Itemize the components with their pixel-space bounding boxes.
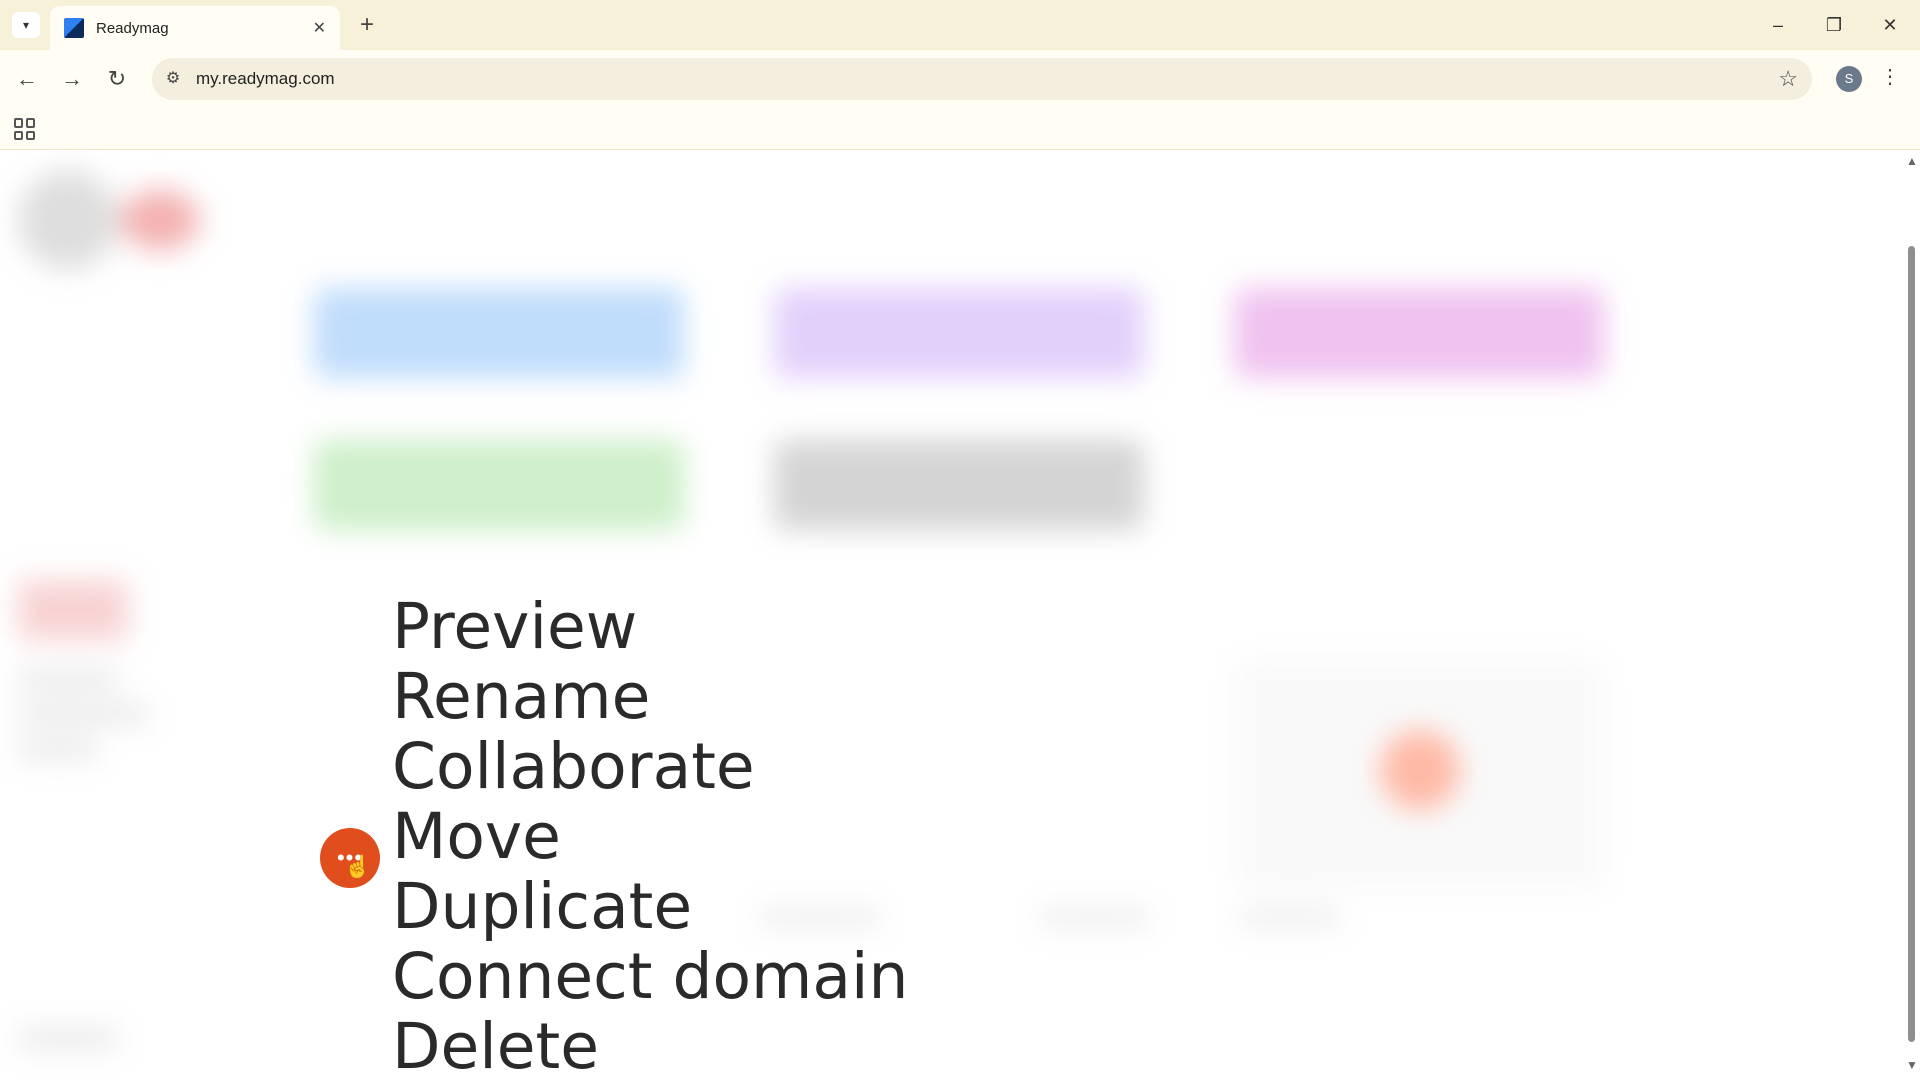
menu-item-connect-domain[interactable]: Connect domain bbox=[392, 942, 908, 1012]
apps-grid-icon[interactable] bbox=[14, 118, 36, 140]
readymag-favicon-icon bbox=[64, 18, 84, 38]
template-card-gray bbox=[774, 440, 1144, 530]
tab-readymag[interactable]: Readymag ✕ bbox=[50, 6, 340, 50]
sidebar-line bbox=[18, 705, 148, 723]
scroll-down-arrow-icon[interactable]: ▼ bbox=[1906, 1058, 1918, 1072]
tab-bar: ▾ Readymag ✕ + – ❐ ✕ bbox=[0, 0, 1920, 50]
browser-menu-icon[interactable]: ⋮ bbox=[1880, 64, 1900, 89]
template-card-green bbox=[314, 440, 684, 530]
restore-button[interactable]: ❐ bbox=[1814, 10, 1854, 40]
template-card-blue bbox=[314, 288, 684, 378]
page-scrollbar[interactable]: ▲ ▼ bbox=[1902, 150, 1920, 1080]
menu-item-rename[interactable]: Rename bbox=[392, 662, 908, 732]
chevron-down-icon: ▾ bbox=[22, 18, 30, 32]
reload-button[interactable]: ↻ bbox=[102, 64, 132, 94]
project-meta-line bbox=[1040, 910, 1150, 926]
url-text: my.readymag.com bbox=[196, 69, 335, 88]
menu-item-duplicate[interactable]: Duplicate bbox=[392, 872, 908, 942]
project-meta-line bbox=[1240, 910, 1340, 926]
tab-search-button[interactable]: ▾ bbox=[12, 12, 40, 38]
workspace-logo bbox=[18, 170, 118, 270]
close-tab-icon[interactable]: ✕ bbox=[313, 18, 326, 38]
new-tab-button[interactable]: + bbox=[352, 10, 382, 40]
menu-item-move[interactable]: Move bbox=[392, 802, 908, 872]
sidebar-line bbox=[18, 670, 118, 688]
navigation-bar: ← → ↻ ⚙ my.readymag.com ☆ S ⋮ bbox=[0, 50, 1920, 108]
sidebar-footer-line bbox=[18, 1030, 118, 1048]
address-bar[interactable]: ⚙ my.readymag.com ☆ bbox=[152, 58, 1812, 100]
project-preview-thumb bbox=[1380, 730, 1460, 810]
pointer-cursor-icon: ☝ bbox=[344, 854, 372, 879]
menu-item-delete[interactable]: Delete bbox=[392, 1012, 908, 1082]
tab-title: Readymag bbox=[96, 19, 169, 37]
forward-button[interactable]: → bbox=[57, 64, 87, 94]
sidebar-line bbox=[18, 740, 98, 758]
close-window-button[interactable]: ✕ bbox=[1870, 10, 1910, 40]
bookmark-star-icon[interactable]: ☆ bbox=[1778, 66, 1798, 92]
back-button[interactable]: ← bbox=[12, 64, 42, 94]
bookmarks-bar bbox=[0, 108, 1920, 150]
menu-item-preview[interactable]: Preview bbox=[392, 592, 908, 662]
project-context-menu: Preview Rename Collaborate Move Duplicat… bbox=[392, 592, 908, 1082]
site-info-icon[interactable]: ⚙ bbox=[162, 68, 184, 90]
minimize-button[interactable]: – bbox=[1758, 10, 1798, 40]
profile-avatar[interactable]: S bbox=[1836, 66, 1862, 92]
template-card-pink bbox=[1234, 288, 1604, 378]
scroll-thumb[interactable] bbox=[1908, 246, 1915, 1042]
page-content bbox=[0, 150, 1920, 1080]
menu-item-collaborate[interactable]: Collaborate bbox=[392, 732, 908, 802]
scroll-up-arrow-icon[interactable]: ▲ bbox=[1906, 154, 1918, 168]
template-card-purple bbox=[774, 288, 1144, 378]
workspace-logo-accent bbox=[120, 190, 200, 250]
sidebar-block bbox=[18, 580, 128, 640]
